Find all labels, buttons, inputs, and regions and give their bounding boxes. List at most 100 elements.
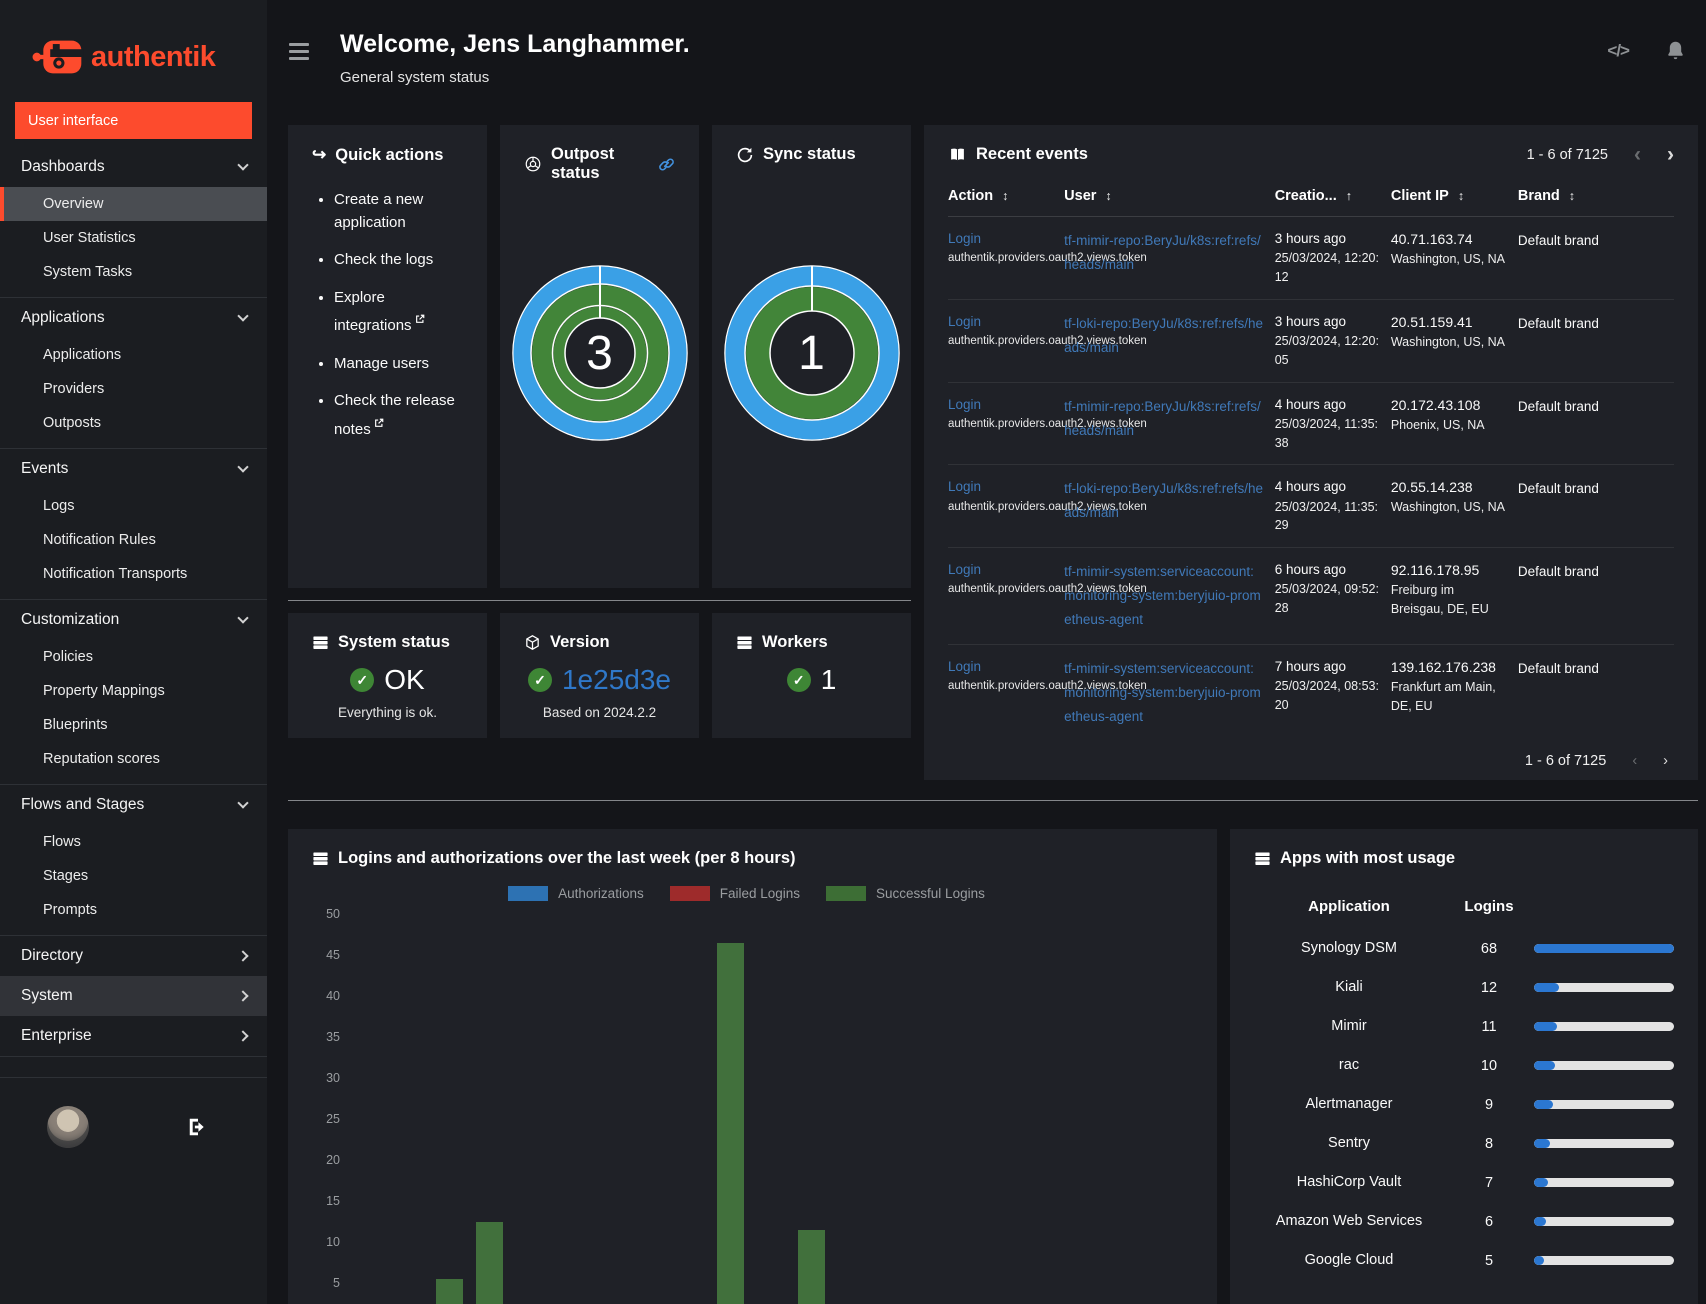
- sidebar-item-property-mappings[interactable]: Property Mappings: [0, 674, 267, 708]
- quick-action-explore-integrations[interactable]: Explore integrations: [334, 287, 463, 338]
- event-user-link[interactable]: tf-mimir-repo:BeryJu/k8s:ref:refs/heads/…: [1064, 233, 1261, 272]
- event-timestamp: 25/03/2024, 11:35:29: [1274, 499, 1379, 533]
- sidebar-item-logs[interactable]: Logs: [0, 489, 267, 523]
- event-brand: Default brand: [1517, 398, 1599, 414]
- logins-chart-card: Logins and authorizations over the last …: [288, 829, 1217, 1304]
- event-client-ip: 20.172.43.108: [1390, 396, 1481, 413]
- apps-col-logins: Logins: [1464, 898, 1514, 915]
- quick-action-check-the-logs[interactable]: Check the logs: [334, 249, 463, 272]
- chevron-down-icon: [237, 159, 249, 171]
- workers-value: 1: [820, 664, 837, 695]
- outpost-status-title: Outpost status: [551, 145, 615, 182]
- sidebar-item-notification-transports[interactable]: Notification Transports: [0, 557, 267, 591]
- pagination-label: 1 - 6 of 7125: [1526, 146, 1608, 163]
- y-tick-label: 45: [326, 948, 340, 962]
- logout-icon[interactable]: [187, 1116, 209, 1138]
- sidebar-section-flows-and-stages[interactable]: Flows and Stages: [0, 785, 267, 825]
- sidebar-group-dashboards: Dashboards Overview User Statistics System …: [0, 147, 267, 298]
- dashboard-content: ↪ Quick actions Create a new application…: [267, 110, 1706, 1304]
- workers-card: Workers ✓ 1: [712, 613, 911, 738]
- quick-action-manage-users[interactable]: Manage users: [334, 353, 463, 376]
- event-action-link[interactable]: Login: [948, 477, 1054, 497]
- sidebar-item-reputation-scores[interactable]: Reputation scores: [0, 742, 267, 776]
- pagination-bottom: 1 - 6 of 7125 ‹ ›: [948, 741, 1674, 769]
- sidebar-section-enterprise[interactable]: Enterprise: [0, 1016, 267, 1056]
- sidebar-item-blueprints[interactable]: Blueprints: [0, 708, 267, 742]
- event-user-cell: tf-mimir-repo:BeryJu/k8s:ref:refs/heads/…: [1064, 216, 1275, 300]
- event-user-link[interactable]: tf-mimir-repo:BeryJu/k8s:ref:refs/heads/…: [1064, 399, 1261, 438]
- event-geo: Washington, US, NA: [1390, 500, 1506, 515]
- sidebar-section-events[interactable]: Events: [0, 449, 267, 489]
- api-code-icon[interactable]: </>: [1607, 41, 1630, 61]
- sync-donut-chart: 1: [723, 265, 900, 441]
- event-action-link[interactable]: Login: [948, 657, 1054, 677]
- event-action-link[interactable]: Login: [948, 560, 1054, 580]
- sidebar-item-stages[interactable]: Stages: [0, 859, 267, 893]
- event-time-ago: 4 hours ago: [1274, 479, 1346, 495]
- event-action-link[interactable]: Login: [948, 312, 1054, 332]
- event-context: authentik.providers.oauth2.views.token: [948, 500, 1147, 513]
- sidebar-item-providers[interactable]: Providers: [0, 372, 267, 406]
- quick-action-check-the-release-notes[interactable]: Check the release notes: [334, 390, 463, 441]
- sidebar-section-directory[interactable]: Directory: [0, 936, 267, 976]
- sidebar-item-flows[interactable]: Flows: [0, 825, 267, 859]
- pagination-prev-icon[interactable]: ‹: [1634, 144, 1641, 165]
- event-context: authentik.providers.oauth2.views.token: [948, 583, 1147, 596]
- column-label: Creatio...: [1274, 188, 1337, 204]
- sidebar-item-applications[interactable]: Applications: [0, 338, 267, 372]
- event-brand-cell: Default brand: [1518, 645, 1674, 742]
- event-user-link[interactable]: tf-mimir-system:serviceaccount:monitorin…: [1064, 661, 1261, 724]
- apps-rows: Synology DSM 68 Kiali 12 Mimir 11 rac 10 Alertma…: [1254, 929, 1674, 1280]
- usage-bar-track: [1534, 1022, 1674, 1031]
- event-action-link[interactable]: Login: [948, 395, 1054, 415]
- sidebar-section-label: Events: [21, 460, 69, 477]
- sidebar-section-dashboards[interactable]: Dashboards: [0, 147, 267, 187]
- user-avatar[interactable]: [47, 1106, 89, 1148]
- sidebar-item-outposts[interactable]: Outposts: [0, 406, 267, 440]
- event-ip-cell: 20.172.43.108 Phoenix, US, NA: [1390, 382, 1518, 466]
- recent-events-card: Recent events 1 - 6 of 7125 ‹ › Action ↕ U…: [924, 125, 1698, 780]
- events-column-brand[interactable]: Brand ↕: [1517, 178, 1674, 217]
- top-bar: Welcome, Jens Langhammer. General system…: [267, 0, 1706, 110]
- events-column-client-ip[interactable]: Client IP ↕: [1390, 178, 1518, 217]
- sidebar-item-notification-rules[interactable]: Notification Rules: [0, 523, 267, 557]
- outpost-link-icon[interactable]: [658, 156, 675, 173]
- events-column-action[interactable]: Action ↕: [948, 178, 1065, 217]
- notifications-bell-icon[interactable]: [1665, 40, 1686, 61]
- hamburger-menu-icon[interactable]: [289, 43, 309, 64]
- usage-bar-track: [1534, 1139, 1674, 1148]
- sidebar-item-policies[interactable]: Policies: [0, 640, 267, 674]
- sidebar-nav: Dashboards Overview User Statistics System …: [0, 147, 267, 1057]
- app-login-count: 12: [1480, 979, 1498, 996]
- event-geo: Freiburg im Breisgau, DE, EU: [1390, 583, 1489, 616]
- sidebar-item-system-tasks[interactable]: System Tasks: [0, 255, 267, 289]
- apps-usage-card: Apps with most usage Application Logins …: [1230, 829, 1698, 1304]
- event-action-link[interactable]: Login: [948, 229, 1054, 249]
- app-name: Amazon Web Services: [1275, 1213, 1423, 1230]
- user-interface-button[interactable]: User interface: [15, 102, 252, 139]
- sidebar-section-applications[interactable]: Applications: [0, 298, 267, 338]
- events-column-creatio[interactable]: Creatio... ↑: [1274, 178, 1391, 217]
- sidebar-section-system[interactable]: System: [0, 976, 267, 1016]
- sidebar-section-customization[interactable]: Customization: [0, 600, 267, 640]
- app-usage-bar: [1534, 1217, 1674, 1226]
- pagination-prev-icon[interactable]: ‹: [1632, 753, 1637, 769]
- pagination-next-icon[interactable]: ›: [1663, 753, 1668, 769]
- event-user-link[interactable]: tf-mimir-system:serviceaccount:monitorin…: [1064, 564, 1261, 627]
- events-column-user[interactable]: User ↕: [1064, 178, 1275, 217]
- sidebar-item-prompts[interactable]: Prompts: [0, 893, 267, 927]
- event-action-cell: Login authentik.providers.oauth2.views.to…: [948, 382, 1147, 466]
- quick-action-create-a-new-application[interactable]: Create a new application: [334, 189, 463, 234]
- event-user-link[interactable]: tf-loki-repo:BeryJu/k8s:ref:refs/heads/m…: [1064, 481, 1263, 520]
- pagination-next-icon[interactable]: ›: [1667, 144, 1674, 165]
- event-user-link[interactable]: tf-loki-repo:BeryJu/k8s:ref:refs/heads/m…: [1064, 316, 1263, 355]
- events-header-row: Action ↕ User ↕ Creatio... ↑ Client IP ↕ Brand ↕: [948, 178, 1674, 217]
- event-brand: Default brand: [1517, 315, 1599, 331]
- event-creation-cell: 4 hours ago 25/03/2024, 11:35:38: [1274, 382, 1391, 466]
- sidebar-item-overview[interactable]: Overview: [0, 187, 267, 221]
- sidebar-item-user-statistics[interactable]: User Statistics: [0, 221, 267, 255]
- usage-bar-fill: [1534, 1256, 1545, 1265]
- app-login-count: 10: [1480, 1057, 1498, 1074]
- version-value-link[interactable]: 1e25d3e: [562, 664, 671, 696]
- event-geo: Phoenix, US, NA: [1390, 417, 1485, 432]
